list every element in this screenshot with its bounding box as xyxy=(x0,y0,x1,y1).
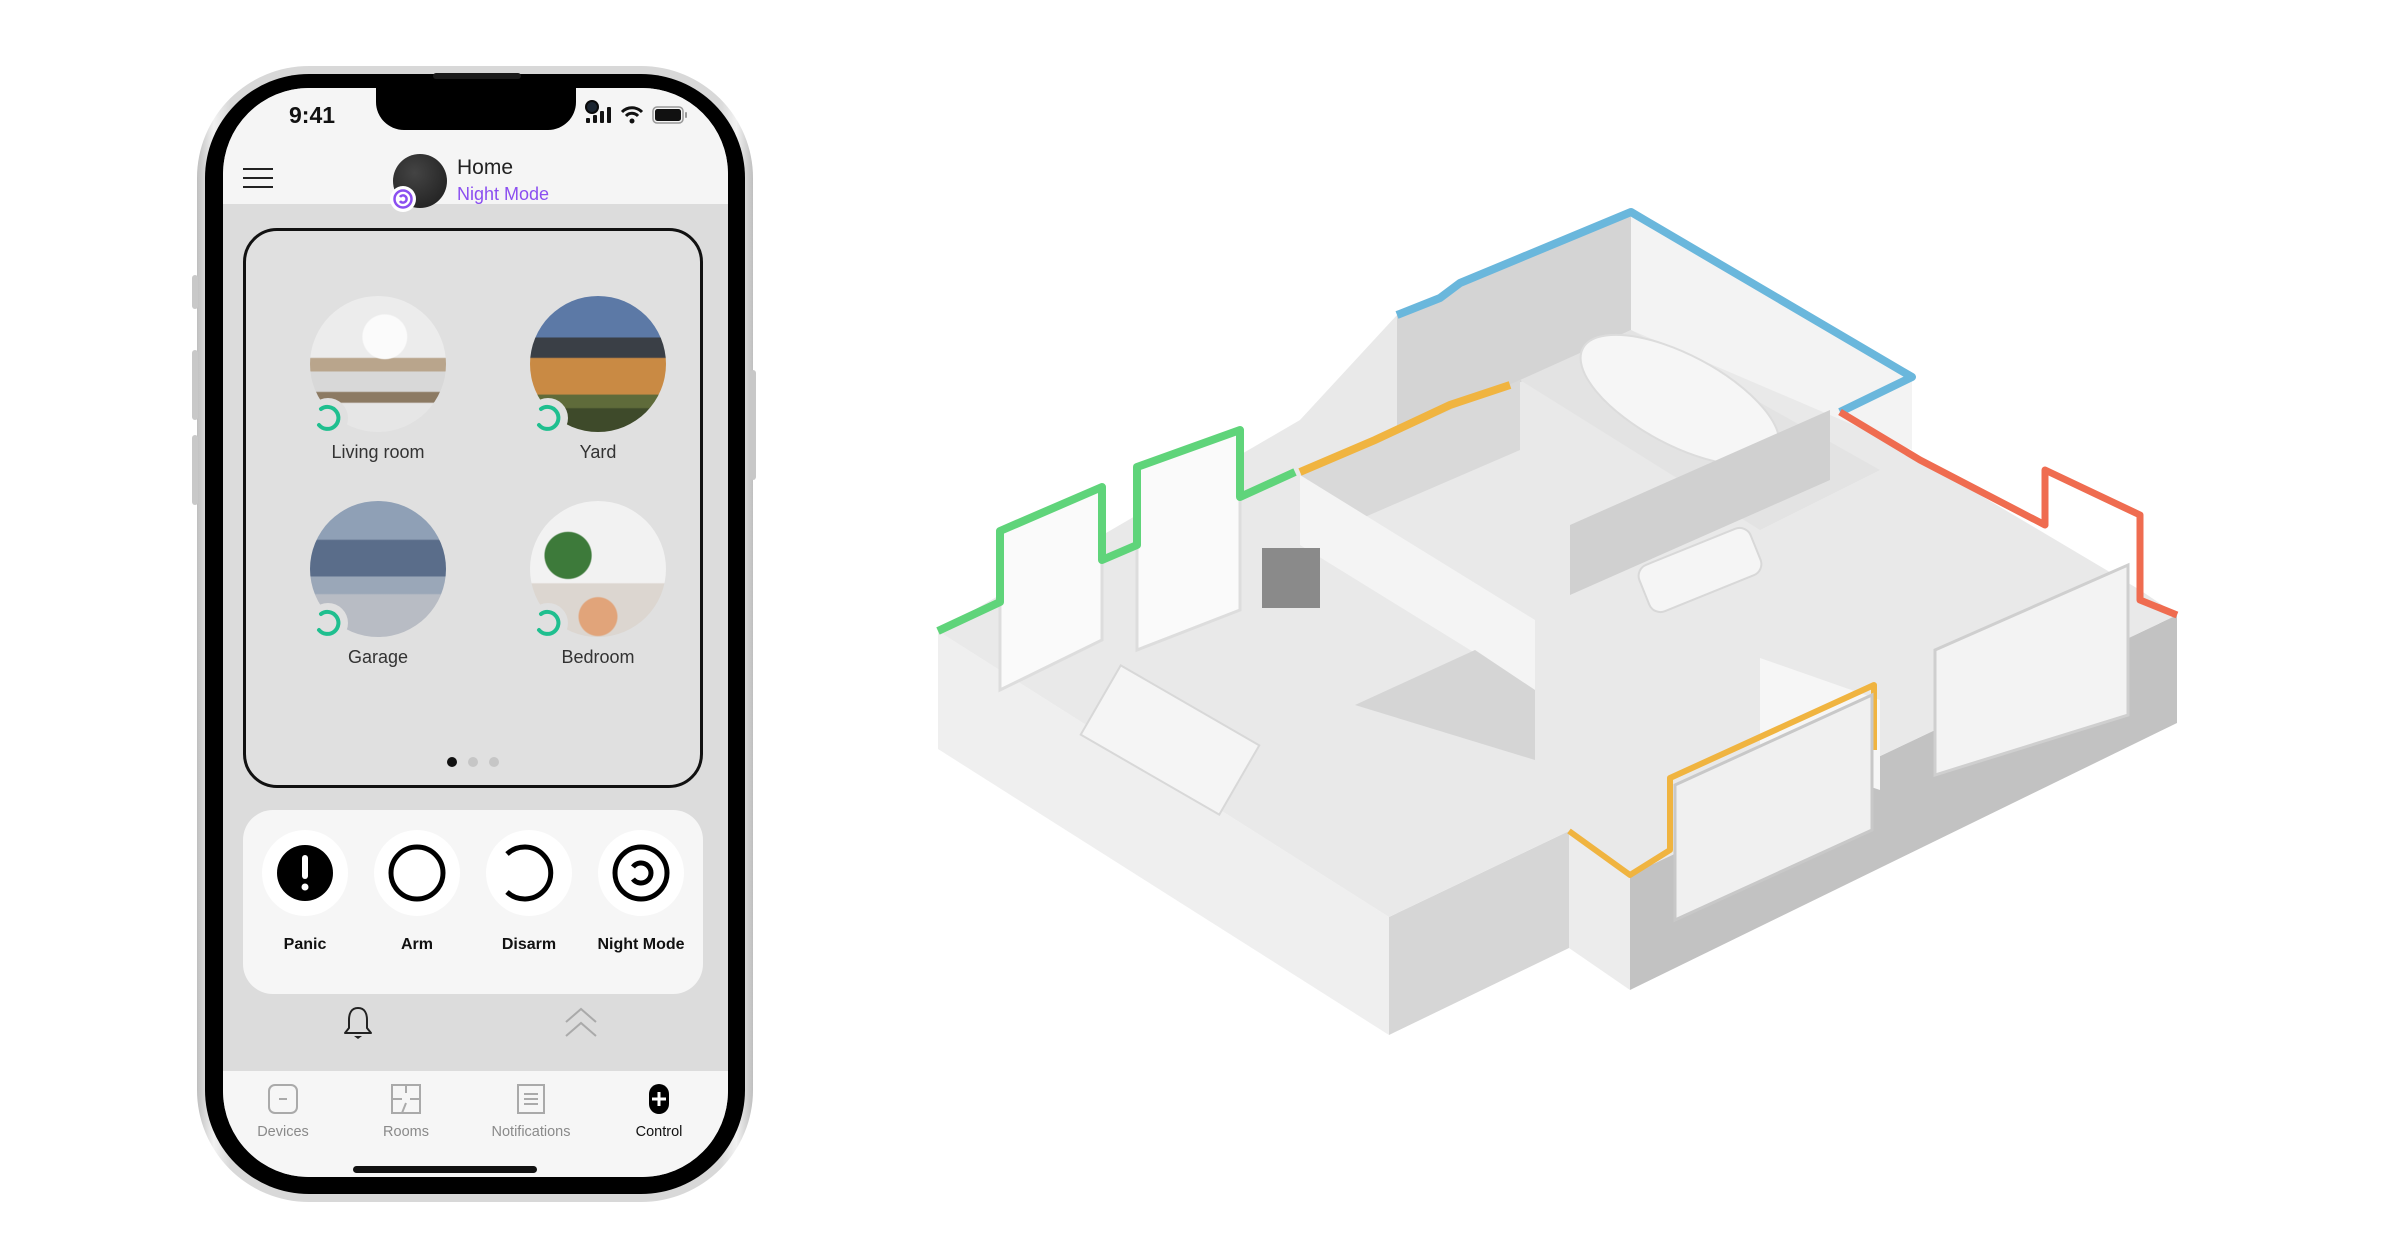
safe xyxy=(1262,548,1320,608)
isometric-floor-plan xyxy=(936,208,2179,1035)
